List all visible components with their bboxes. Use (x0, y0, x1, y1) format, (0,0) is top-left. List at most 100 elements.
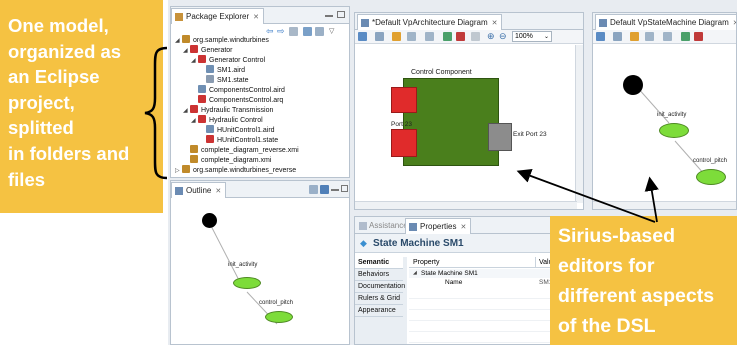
control-icon (198, 115, 206, 123)
copy-format-icon[interactable] (471, 32, 480, 41)
tree-item[interactable]: ◢ Generator (175, 45, 233, 55)
arq-icon (198, 95, 206, 103)
tab-statemachine-diagram[interactable]: Default VpStateMachine Diagram ✕ (595, 14, 736, 30)
tree-item[interactable]: ◢ Generator Control (175, 55, 265, 65)
shape-icon[interactable] (407, 32, 416, 41)
layout-icon[interactable] (375, 32, 384, 41)
tree-item[interactable]: ▷ org.sample.windturbines_reverse (175, 165, 296, 175)
close-icon[interactable]: ✕ (460, 224, 466, 231)
close-icon[interactable]: ✕ (733, 20, 736, 27)
zoom-select[interactable]: 100% ⌄ (512, 31, 552, 42)
fill-color-icon[interactable] (630, 32, 639, 41)
maximize-icon[interactable] (337, 11, 345, 18)
control-pitch-node[interactable] (696, 169, 726, 185)
initial-state-node[interactable] (623, 75, 643, 95)
exit-port-node[interactable] (488, 123, 512, 151)
control-icon (198, 55, 206, 63)
tab-outline[interactable]: Outline ✕ (171, 182, 227, 198)
outline-mode-icon[interactable] (309, 185, 318, 194)
package-explorer-icon (175, 13, 183, 21)
export-icon[interactable] (681, 32, 690, 41)
refresh-icon[interactable] (694, 32, 703, 41)
tab-architecture-diagram[interactable]: *Default VpArchitecture Diagram ✕ (357, 14, 503, 30)
properties-side-tabs: Semantic Behaviors Documentation Rulers … (355, 257, 407, 344)
port-top-node[interactable] (391, 87, 417, 113)
tree-item[interactable]: SM1.aird (175, 65, 245, 75)
close-icon[interactable]: ✕ (253, 14, 259, 21)
control-pitch-node[interactable] (265, 311, 293, 323)
refresh-icon[interactable] (456, 32, 465, 41)
close-icon[interactable]: ✕ (492, 20, 498, 27)
shape-icon[interactable] (645, 32, 654, 41)
router-icon[interactable] (663, 32, 672, 41)
side-tab-documentation[interactable]: Documentation (355, 281, 405, 293)
tree-item[interactable]: ◢ Hydraulic Control (175, 115, 263, 125)
callout-right-line: Sirius-based (558, 225, 676, 247)
package-icon (190, 45, 198, 53)
vertical-scrollbar[interactable] (575, 45, 583, 203)
expand-icon[interactable]: ▷ (175, 166, 182, 176)
tree-item[interactable]: HUnitControl1.state (175, 135, 278, 145)
package-explorer-panel: Package Explorer ✕ ⇦ ⇨ ▽ ◢ org.sample.wind… (170, 6, 350, 178)
zoom-in-icon[interactable]: ⊕ (487, 32, 496, 41)
tree-item[interactable]: ◢ Hydraulic Transmission (175, 105, 273, 115)
export-icon[interactable] (443, 32, 452, 41)
minimize-icon[interactable] (331, 189, 339, 191)
control-component-node[interactable] (403, 78, 499, 166)
init-activity-node[interactable] (233, 277, 261, 289)
zoom-out-icon[interactable]: ⊖ (499, 32, 508, 41)
control-pitch-label: control_pitch (693, 158, 728, 164)
tree-item[interactable]: complete_diagram.xmi (175, 155, 271, 165)
tab-assistance[interactable]: Assistance (369, 218, 408, 234)
callout-left-line: splitted (8, 117, 74, 138)
maximize-icon[interactable] (341, 185, 348, 192)
xmi-icon (190, 145, 198, 153)
tree-item[interactable]: complete_diagram_reverse.xmi (175, 145, 299, 155)
tree-item[interactable]: ComponentsControl.arq (175, 95, 283, 105)
router-icon[interactable] (425, 32, 434, 41)
close-icon[interactable]: ✕ (215, 188, 221, 195)
tab-label: *Default VpArchitecture Diagram (372, 18, 488, 27)
architecture-canvas[interactable]: Control Component Port 23 Exit Port 23 (355, 45, 575, 203)
arrange-icon[interactable] (596, 32, 605, 41)
side-tab-semantic[interactable]: Semantic (355, 257, 403, 269)
overview-mode-icon[interactable] (320, 185, 329, 194)
fill-color-icon[interactable] (392, 32, 401, 41)
diagram-icon (361, 19, 369, 27)
tab-properties[interactable]: Properties ✕ (405, 218, 472, 234)
arrange-icon[interactable] (358, 32, 367, 41)
control-pitch-label: control_pitch (259, 300, 294, 306)
package-explorer-tabbar: Package Explorer ✕ (171, 7, 349, 24)
layout-icon[interactable] (613, 32, 622, 41)
callout-right-line: editors for (558, 255, 655, 277)
file-icon (198, 85, 206, 93)
tree-item-label: SM1.aird (217, 67, 246, 74)
side-tab-behaviors[interactable]: Behaviors (355, 269, 403, 281)
side-tab-appearance[interactable]: Appearance (355, 305, 403, 317)
expand-icon[interactable]: ◢ (413, 269, 417, 278)
callout-left-line: files (8, 169, 46, 190)
callout-right-line: of the DSL (558, 315, 656, 337)
diagram-toolbar (593, 30, 736, 44)
tree-item-label: HUnitControl1.state (217, 137, 279, 144)
tree-item-label: ComponentsControl.aird (209, 87, 285, 94)
horizontal-scrollbar[interactable] (355, 201, 577, 209)
tree-item[interactable]: HUnitControl1.aird (175, 125, 275, 135)
initial-state-node[interactable] (202, 213, 217, 228)
tab-package-explorer[interactable]: Package Explorer ✕ (171, 8, 265, 24)
side-tab-rulers-grid[interactable]: Rulers & Grid (355, 293, 403, 305)
minimize-icon[interactable] (325, 15, 333, 17)
tree-item-label: Generator Control (209, 57, 266, 64)
port-23-node[interactable] (391, 129, 417, 157)
horizontal-scrollbar[interactable] (593, 201, 736, 209)
init-activity-node[interactable] (659, 123, 689, 138)
file-icon (206, 65, 214, 73)
component-label: Control Component (411, 69, 472, 76)
tree-item[interactable]: SM1.state (175, 75, 249, 85)
statemachine-editor-tabbar: Default VpStateMachine Diagram ✕ (593, 13, 736, 30)
tree-item[interactable]: ◢ org.sample.windturbines (175, 35, 269, 45)
tree-item[interactable]: ComponentsControl.aird (175, 85, 285, 95)
state-icon (206, 135, 214, 143)
outline-panel: Outline ✕ init_activity control_pitch (170, 180, 350, 345)
outline-diagram-lines (208, 221, 278, 325)
